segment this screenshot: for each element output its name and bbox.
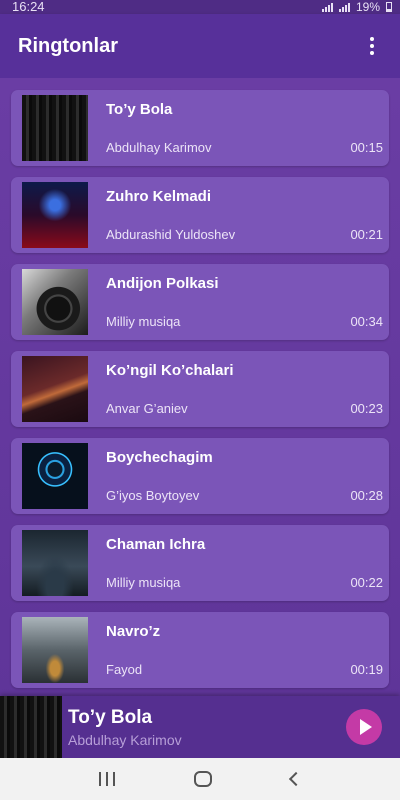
app-bar: Ringtonlar	[0, 14, 400, 78]
track-artist: G’iyos Boytoyev	[106, 488, 200, 503]
list-item[interactable]: To’y Bola Abdulhay Karimov 00:15	[11, 90, 389, 166]
track-duration: 00:21	[350, 227, 383, 242]
list-item[interactable]: Zuhro Kelmadi Abdurashid Yuldoshev 00:21	[11, 177, 389, 253]
track-artist: Abdulhay Karimov	[106, 140, 212, 155]
status-time: 16:24	[12, 0, 45, 14]
track-duration: 00:28	[350, 488, 383, 503]
track-title: Andijon Polkasi	[106, 275, 219, 292]
battery-icon	[386, 2, 392, 12]
track-duration: 00:15	[350, 140, 383, 155]
home-icon[interactable]	[193, 771, 212, 787]
track-thumbnail	[22, 95, 88, 161]
mini-player[interactable]: To’y Bola Abdulhay Karimov	[0, 696, 400, 758]
player-thumbnail	[0, 696, 62, 758]
ringtone-list[interactable]: To’y Bola Abdulhay Karimov 00:15 Zuhro K…	[0, 78, 400, 696]
track-duration: 00:23	[350, 401, 383, 416]
battery-percent: 19%	[355, 0, 380, 14]
track-title: Zuhro Kelmadi	[106, 188, 212, 205]
more-vert-icon[interactable]	[362, 34, 382, 58]
track-artist: Abdurashid Yuldoshev	[106, 227, 236, 242]
track-artist: Milliy musiqa	[106, 575, 181, 590]
track-duration: 00:34	[350, 314, 383, 329]
play-button[interactable]	[346, 709, 382, 745]
track-thumbnail	[22, 530, 88, 596]
recents-icon[interactable]	[99, 772, 116, 786]
track-thumbnail	[22, 443, 88, 509]
track-artist: Fayod	[106, 662, 143, 677]
list-item[interactable]: Chaman Ichra Milliy musiqa 00:22	[11, 525, 389, 601]
track-title: To’y Bola	[106, 101, 173, 118]
track-title: Boychechagim	[106, 449, 213, 466]
back-icon[interactable]	[288, 771, 303, 787]
signal-icon	[321, 2, 333, 12]
system-nav-bar	[0, 758, 400, 800]
player-artist: Abdulhay Karimov	[68, 731, 182, 748]
track-thumbnail	[22, 182, 88, 248]
track-title: Ko’ngil Ko’chalari	[106, 362, 234, 379]
track-thumbnail	[22, 617, 88, 683]
track-thumbnail	[22, 269, 88, 335]
track-title: Chaman Ichra	[106, 536, 206, 553]
player-title: To’y Bola	[68, 706, 153, 728]
status-icons: 19%	[321, 0, 392, 14]
track-title: Navro’z	[106, 623, 161, 640]
track-duration: 00:22	[350, 575, 383, 590]
play-icon	[359, 719, 372, 735]
list-item[interactable]: Ko’ngil Ko’chalari Anvar G’aniev 00:23	[11, 351, 389, 427]
list-item[interactable]: Navro’z Fayod 00:19	[11, 612, 389, 688]
list-item[interactable]: Boychechagim G’iyos Boytoyev 00:28	[11, 438, 389, 514]
status-bar: 16:24 19%	[0, 0, 400, 14]
track-artist: Milliy musiqa	[106, 314, 181, 329]
track-duration: 00:19	[350, 662, 383, 677]
list-item[interactable]: Andijon Polkasi Milliy musiqa 00:34	[11, 264, 389, 340]
page-title: Ringtonlar	[18, 34, 118, 57]
signal-icon-2	[338, 2, 350, 12]
track-artist: Anvar G’aniev	[106, 401, 188, 416]
track-thumbnail	[22, 356, 88, 422]
